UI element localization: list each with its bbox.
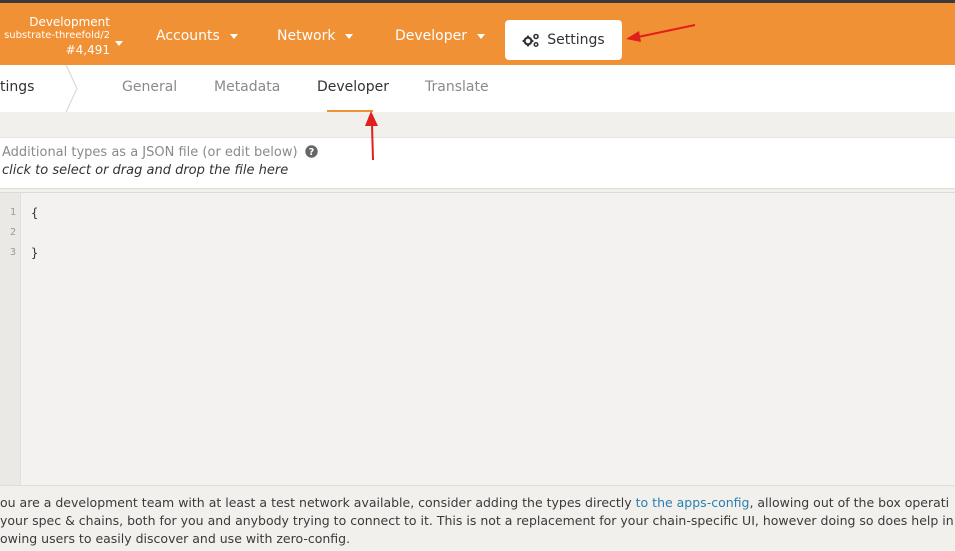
json-editor[interactable]: 1 2 3 { } — [0, 192, 955, 486]
code-line[interactable]: } — [31, 246, 38, 260]
active-tab-indicator — [327, 110, 373, 112]
tab-metadata[interactable]: Metadata — [214, 79, 280, 95]
nav-network[interactable]: Network — [277, 28, 354, 44]
chain-name: Development — [29, 15, 110, 29]
breadcrumb: tings — [0, 79, 35, 95]
tab-developer[interactable]: Developer — [317, 79, 389, 95]
breadcrumb-chevron-icon — [65, 65, 78, 112]
chevron-down-icon — [229, 33, 238, 39]
nav-network-label: Network — [277, 28, 336, 44]
settings-button[interactable]: Settings — [505, 20, 622, 60]
types-file-dropzone[interactable]: Additional types as a JSON file (or edit… — [0, 137, 955, 189]
line-number-gutter: 1 2 3 — [0, 193, 21, 486]
line-number: 2 — [9, 227, 16, 238]
nav-developer[interactable]: Developer — [395, 28, 486, 44]
chevron-down-icon — [477, 33, 486, 39]
line-number: 1 — [9, 207, 16, 218]
info-line2: your spec & chains, both for you and any… — [0, 513, 954, 528]
top-navigation-bar: Development substrate-threefold/2 #4,491… — [0, 3, 955, 65]
nav-developer-label: Developer — [395, 28, 468, 44]
cogs-icon — [522, 33, 540, 48]
developer-info-panel: ou are a development team with at least … — [0, 485, 955, 551]
line-number: 3 — [9, 247, 16, 258]
info-line1-end: , allowing out of the box operati — [749, 495, 950, 510]
apps-config-link[interactable]: to the apps-config — [636, 495, 750, 510]
chain-selector[interactable]: Development substrate-threefold/2 #4,491 — [0, 15, 110, 57]
dropzone-label-text: Additional types as a JSON file (or edit… — [2, 145, 298, 160]
tab-translate[interactable]: Translate — [425, 79, 489, 95]
dropzone-hint: click to select or drag and drop the fil… — [2, 163, 289, 178]
info-text: ou are a development team with at least … — [0, 494, 955, 548]
chain-spec: substrate-threefold/2 — [4, 30, 110, 41]
nav-accounts[interactable]: Accounts — [156, 28, 238, 44]
settings-subnav: tings General Metadata Developer Transla… — [0, 65, 955, 112]
info-line1-start: ou are a development team with at least … — [0, 495, 636, 510]
help-icon[interactable]: ? — [304, 145, 318, 158]
info-line3: owing users to easily discover and use w… — [0, 531, 351, 546]
block-number: #4,491 — [65, 43, 110, 57]
chevron-down-icon — [345, 33, 354, 39]
code-line[interactable]: { — [31, 206, 38, 220]
settings-label: Settings — [547, 32, 605, 48]
tab-general[interactable]: General — [122, 79, 177, 95]
svg-text:?: ? — [308, 147, 314, 158]
chevron-down-icon[interactable] — [115, 33, 123, 52]
dropzone-label: Additional types as a JSON file (or edit… — [2, 145, 318, 160]
nav-accounts-label: Accounts — [156, 28, 220, 44]
